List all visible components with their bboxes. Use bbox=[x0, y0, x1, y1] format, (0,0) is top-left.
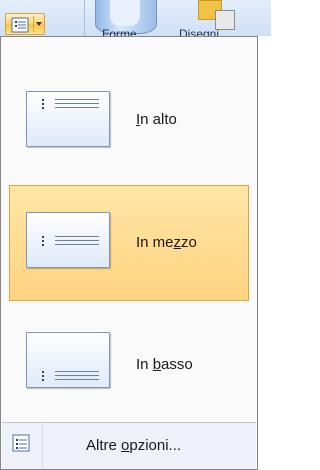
align-middle-icon bbox=[26, 212, 110, 268]
text-align-icon bbox=[12, 434, 30, 452]
text-align-icon bbox=[11, 17, 29, 33]
ribbon-divider bbox=[84, 0, 85, 36]
dropdown-arrow-icon[interactable] bbox=[36, 22, 42, 26]
ribbon-label-forme[interactable]: Forme bbox=[102, 27, 137, 36]
more-options-label: Altre opzioni... bbox=[86, 437, 182, 454]
menu-item-label: In alto bbox=[136, 111, 177, 128]
vertical-align-dropdown: In alto In mezzo In basso Altre opzioni.… bbox=[0, 36, 258, 470]
menu-item-align-middle[interactable]: In mezzo bbox=[9, 185, 249, 301]
ribbon-strip: Forme Disegni bbox=[0, 0, 271, 36]
menu-item-label: In mezzo bbox=[136, 234, 197, 251]
split-separator bbox=[33, 16, 34, 32]
align-text-split-button[interactable] bbox=[5, 13, 45, 35]
menu-item-align-top[interactable]: In alto bbox=[9, 64, 249, 180]
align-top-icon bbox=[26, 91, 110, 147]
menu-item-align-bottom[interactable]: In basso bbox=[9, 305, 249, 421]
menu-item-label: In basso bbox=[136, 356, 193, 373]
ribbon-label-disegni[interactable]: Disegni bbox=[179, 27, 219, 36]
shapes-icon-inner bbox=[110, 0, 140, 26]
menu-icon-gutter bbox=[42, 423, 43, 469]
align-bottom-icon bbox=[26, 332, 110, 388]
more-options-item[interactable]: Altre opzioni... bbox=[2, 423, 256, 469]
